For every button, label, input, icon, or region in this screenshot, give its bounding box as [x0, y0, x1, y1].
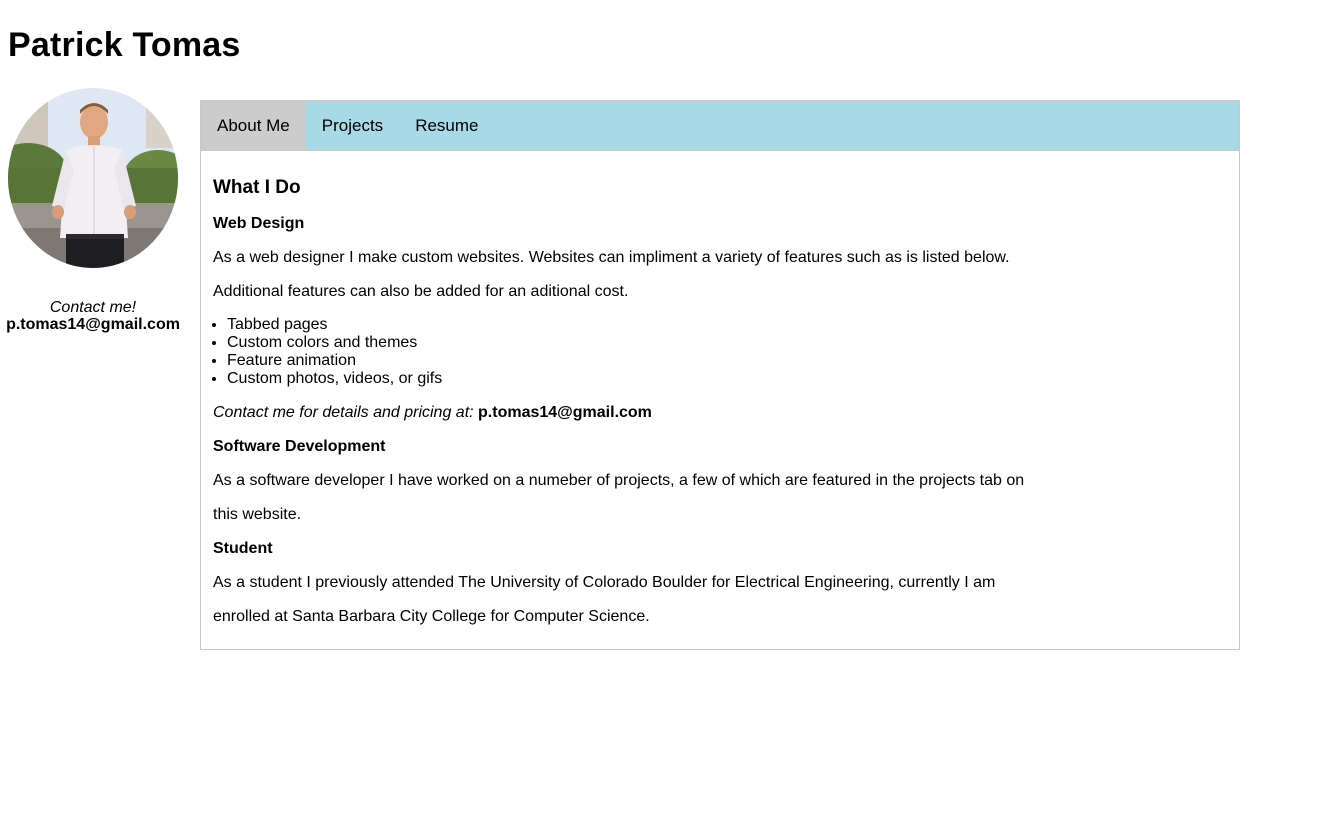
- web-design-title: Web Design: [213, 215, 305, 232]
- student-line-1: As a student I previously attended The U…: [213, 574, 996, 591]
- list-item: Custom colors and themes: [227, 334, 1227, 352]
- web-design-paragraph-2: Additional features can also be added fo…: [213, 283, 629, 300]
- tab-bar: About Me Projects Resume: [201, 101, 1239, 151]
- student-title: Student: [213, 540, 273, 557]
- tab-resume[interactable]: Resume: [399, 101, 494, 150]
- content-panel: About Me Projects Resume What I Do Web D…: [200, 100, 1240, 650]
- software-title: Software Development: [213, 438, 386, 455]
- tab-projects[interactable]: Projects: [306, 101, 399, 150]
- avatar: [8, 88, 178, 268]
- software-line-2: this website.: [213, 506, 302, 523]
- section-heading: What I Do: [213, 177, 301, 198]
- student-line-2: enrolled at Santa Barbara City College f…: [213, 608, 650, 625]
- pricing-contact-text: Contact me for details and pricing at:: [213, 404, 474, 421]
- pricing-contact-email: p.tomas14@gmail.com: [478, 404, 652, 421]
- contact-prompt: Contact me!: [49, 299, 137, 316]
- list-item: Feature animation: [227, 352, 1227, 370]
- features-list: Tabbed pages Custom colors and themes Fe…: [213, 316, 1227, 388]
- about-me-content: What I Do Web Design As a web designer I…: [201, 177, 1239, 626]
- tab-about-me[interactable]: About Me: [201, 101, 306, 150]
- profile-photo: [8, 88, 178, 268]
- page-title: Patrick Tomas: [8, 26, 241, 64]
- pricing-contact: Contact me for details and pricing at: p…: [213, 403, 1227, 422]
- list-item: Custom photos, videos, or gifs: [227, 370, 1227, 388]
- web-design-paragraph-1: As a web designer I make custom websites…: [213, 249, 1010, 266]
- sidebar-contact: Contact me! p.tomas14@gmail.com: [0, 299, 186, 333]
- contact-email: p.tomas14@gmail.com: [6, 316, 180, 333]
- software-line-1: As a software developer I have worked on…: [213, 472, 1025, 489]
- list-item: Tabbed pages: [227, 316, 1227, 334]
